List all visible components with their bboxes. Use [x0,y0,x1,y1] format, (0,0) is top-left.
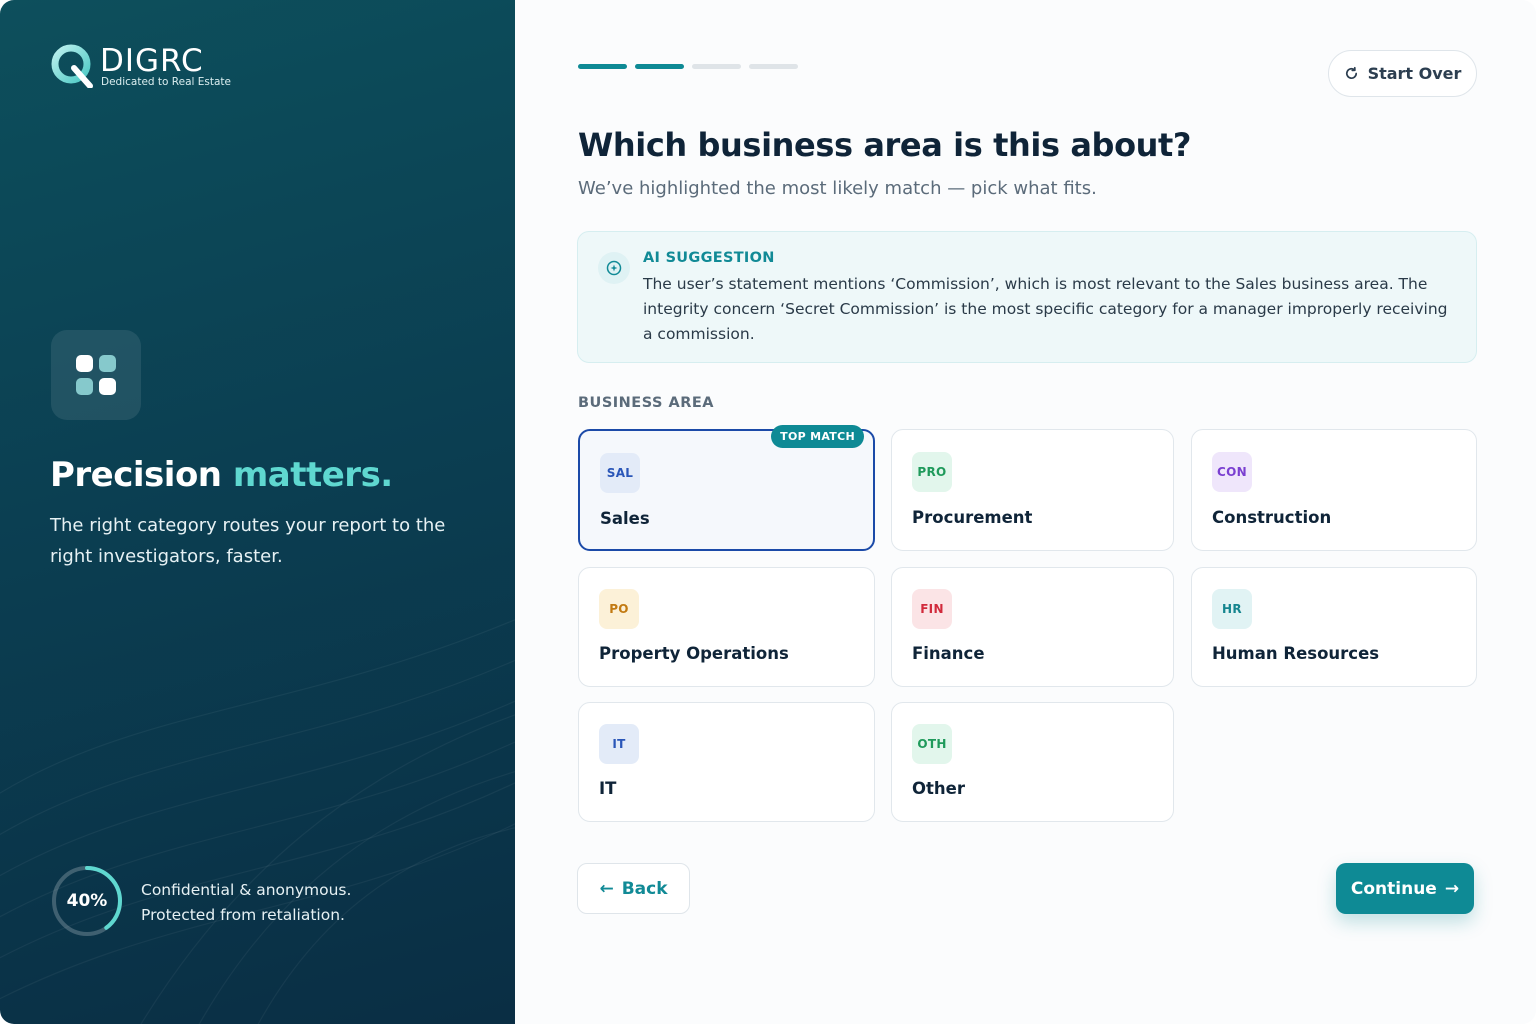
continue-button[interactable]: Continue → [1336,863,1474,914]
back-button[interactable]: ← Back [577,863,690,914]
back-label: Back [621,878,668,899]
hero-title-accent: matters. [232,455,393,495]
option-label: Sales [600,509,650,528]
step-segment [635,64,684,69]
start-over-label: Start Over [1367,64,1462,83]
hero-title: Precision matters. [50,455,393,495]
confidentiality-note: Confidential & anonymous. Protected from… [141,878,351,928]
option-code-badge: HR [1212,589,1252,629]
business-area-label: BUSINESS AREA [578,395,715,411]
ai-suggestion-box: AI SUGGESTION The user’s statement menti… [577,231,1477,363]
question-subtitle: We’ve highlighted the most likely match … [578,178,1097,199]
option-code-badge: FIN [912,589,952,629]
brand-tagline: Dedicated to Real Estate [101,76,231,88]
option-code-badge: CON [1212,452,1252,492]
step-segment [749,64,798,69]
brand-name: DIGRC [100,43,204,79]
option-label: Procurement [912,508,1033,527]
left-panel: DIGRC Dedicated to Real Estate Precision… [0,0,515,1024]
hero-title-main: Precision [50,455,222,495]
option-label: Human Resources [1212,644,1380,663]
app-frame: DIGRC Dedicated to Real Estate Precision… [0,0,1536,1024]
option-label: Other [912,779,965,798]
sparkle-icon [598,252,630,284]
option-code-badge: IT [599,724,639,764]
category-tile [51,330,141,420]
option-code-badge: PRO [912,452,952,492]
step-segment [692,64,741,69]
question-title: Which business area is this about? [578,126,1192,164]
business-area-option-finance[interactable]: FIN Finance [891,567,1174,687]
grid-icon [76,355,116,395]
brand-logo: DIGRC Dedicated to Real Estate [50,42,231,88]
step-segment [578,64,627,69]
progress-percent: 40% [66,891,108,911]
arrow-left-icon: ← [599,878,614,899]
top-match-badge: TOP MATCH [771,425,864,448]
continue-label: Continue [1350,878,1437,899]
option-code-badge: OTH [912,724,952,764]
business-area-option-human-resources[interactable]: HR Human Resources [1191,567,1477,687]
start-over-button[interactable]: Start Over [1328,50,1477,97]
business-area-option-property-operations[interactable]: PO Property Operations [578,567,875,687]
confidential-line-1: Confidential & anonymous. [141,881,352,899]
option-code-badge: SAL [600,453,640,493]
business-area-option-it[interactable]: IT IT [578,702,875,822]
option-code-badge: PO [599,589,639,629]
option-label: IT [599,779,617,798]
option-label: Finance [912,644,985,663]
logo-mark-icon [51,44,93,88]
refresh-icon [1345,66,1357,79]
business-area-option-construction[interactable]: CON Construction [1191,429,1477,551]
business-area-option-sales[interactable]: SAL Sales TOP MATCH [578,425,875,551]
business-area-option-procurement[interactable]: PRO Procurement [891,429,1174,551]
step-indicator [578,64,798,69]
confidential-line-2: Protected from retaliation. [141,906,345,924]
hero-subtitle: The right category routes your report to… [50,515,446,567]
option-label: Property Operations [599,644,789,663]
option-label: Construction [1212,508,1332,527]
ai-suggestion-text: The user’s statement mentions ‘Commissio… [643,275,1448,343]
business-area-option-other[interactable]: OTH Other [891,702,1174,822]
ai-suggestion-heading: AI SUGGESTION [643,250,775,266]
main-panel: Start Over Which business area is this a… [515,0,1536,1024]
arrow-right-icon: → [1444,878,1460,899]
